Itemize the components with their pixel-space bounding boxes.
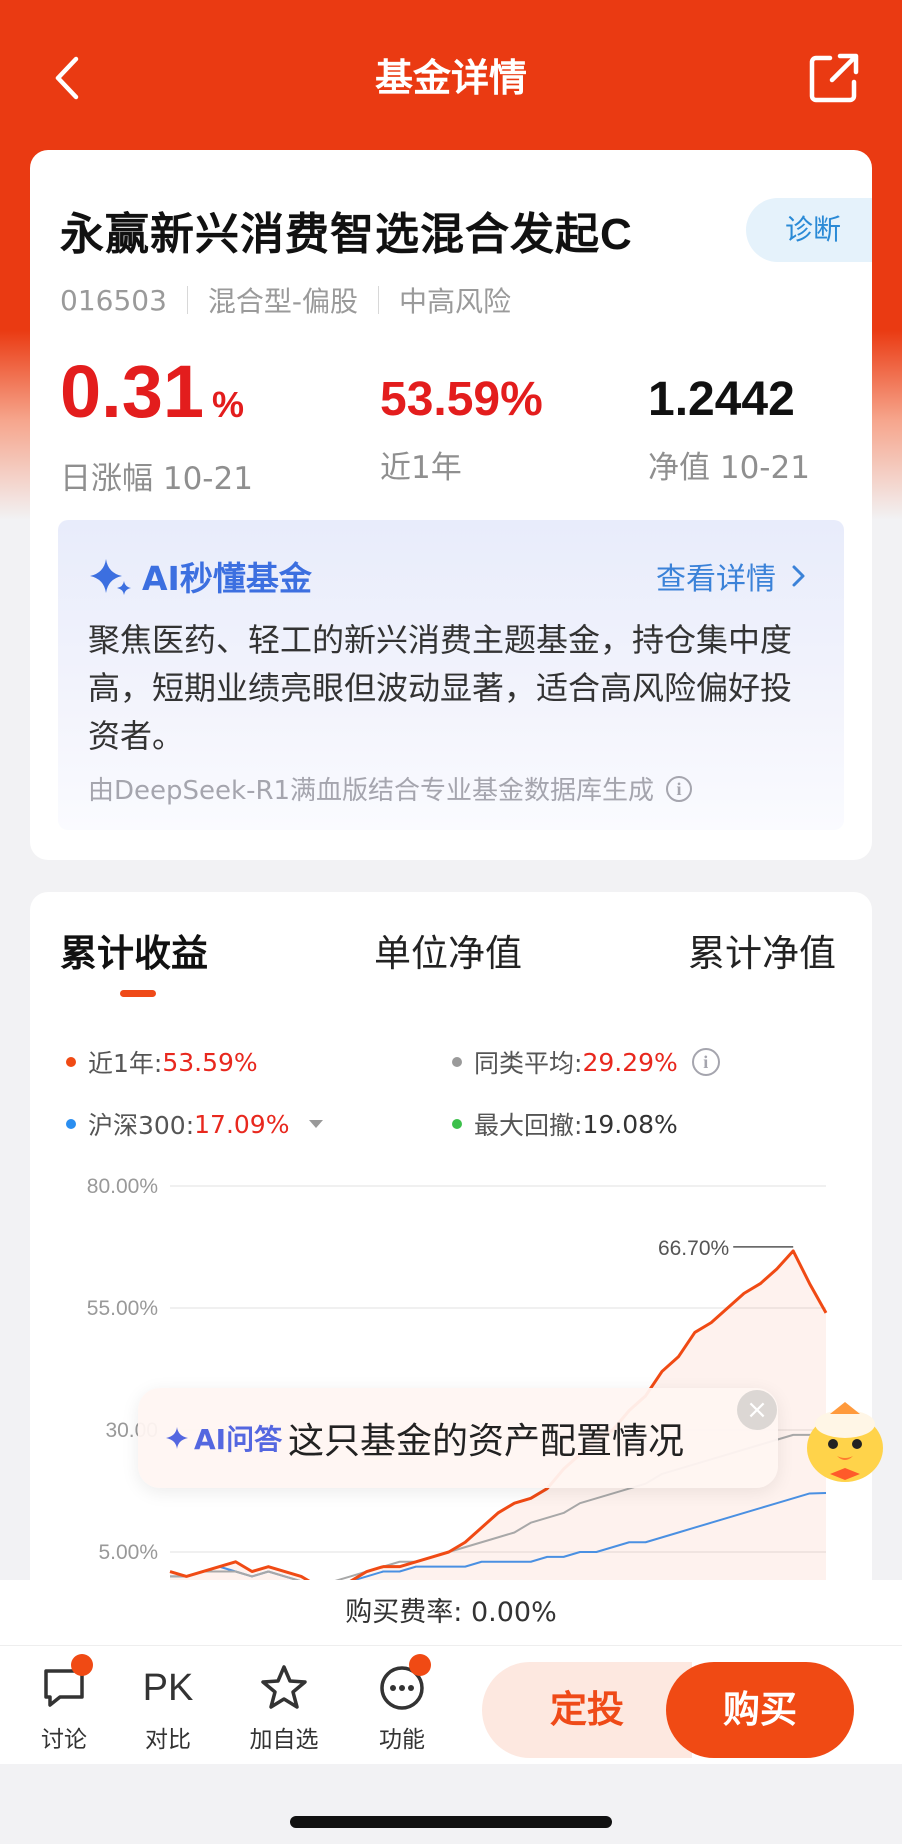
ai-details-link[interactable]: 查看详情 xyxy=(656,554,810,598)
sparkle-icon xyxy=(90,559,131,595)
y-tick-label: 5.00% xyxy=(98,1541,158,1564)
fund-type: 混合型-偏股 xyxy=(207,285,358,318)
daily-change-label: 日涨幅 10-21 xyxy=(60,461,253,497)
ai-qa-question: 这只基金的资产配置情况 xyxy=(288,1421,685,1462)
year-return-stat: 53.59% 近1年 xyxy=(380,370,543,487)
peak-label: 66.70% xyxy=(658,1237,729,1260)
mascot-chick-icon[interactable] xyxy=(800,1398,890,1488)
ai-qa-tag: AI问答 xyxy=(164,1418,282,1458)
home-area xyxy=(0,1764,902,1844)
legend-value: 29.29% xyxy=(582,1047,678,1077)
chevron-right-icon xyxy=(792,565,805,587)
divider xyxy=(378,286,379,314)
legend-label: 同类平均: xyxy=(474,1049,583,1078)
legend-dot xyxy=(66,1057,76,1067)
legend-dot xyxy=(452,1119,462,1129)
year-return-label: 近1年 xyxy=(380,450,462,486)
tab-unit-nav[interactable]: 单位净值 xyxy=(374,926,522,982)
fund-risk: 中高风险 xyxy=(399,285,512,318)
notification-badge xyxy=(71,1654,93,1676)
fund-code: 016503 xyxy=(60,283,167,317)
legend-label: 沪深300: xyxy=(88,1111,195,1140)
sparkle-icon xyxy=(166,1427,188,1449)
fund-meta: 016503 混合型-偏股 中高风险 xyxy=(60,280,511,320)
legend-drawdown: 最大回撤: 19.08% xyxy=(452,1106,678,1142)
legend-dot xyxy=(452,1057,462,1067)
divider xyxy=(186,286,188,314)
ai-summary-footer: 由DeepSeek-R1满血版结合专业基金数据库生成 i xyxy=(88,770,693,807)
legend-dot xyxy=(66,1119,76,1129)
legend-year: 近1年: 53.59% xyxy=(66,1044,258,1080)
auto-invest-button[interactable]: 定投 xyxy=(482,1662,692,1758)
ai-summary-title-text: AI秒懂基金 xyxy=(142,559,312,598)
daily-change-value: 0.31 xyxy=(60,350,205,433)
page-title: 基金详情 xyxy=(374,56,527,100)
daily-change-unit: % xyxy=(212,384,245,425)
nav-value: 1.2442 xyxy=(648,373,795,426)
fund-name: 永赢新兴消费智选混合发起C xyxy=(60,210,633,259)
legend-label: 最大回撤: xyxy=(474,1111,583,1140)
favorite-button[interactable]: 加自选 xyxy=(234,1660,334,1754)
functions-label: 功能 xyxy=(379,1727,425,1753)
compare-label: 对比 xyxy=(145,1727,191,1753)
legend-hs300[interactable]: 沪深300: 17.09% xyxy=(66,1106,324,1142)
tab-cumulative-return[interactable]: 累计收益 xyxy=(60,926,208,982)
ai-qa-banner[interactable]: AI问答 这只基金的资产配置情况 xyxy=(138,1388,778,1488)
fee-label: 购买费率: xyxy=(345,1597,463,1628)
ai-details-label: 查看详情 xyxy=(656,562,776,597)
legend-value: 19.08% xyxy=(582,1109,678,1139)
navbar: 基金详情 xyxy=(0,0,902,150)
return-chart: 80.00%55.00%30.005.00%66.70% xyxy=(87,1175,828,1580)
tab-indicator xyxy=(120,990,156,997)
star-icon xyxy=(261,1665,307,1709)
ai-summary-text: 聚焦医药、轻工的新兴消费主题基金，持仓集中度高，短期业绩亮眼但波动显著，适合高风… xyxy=(88,621,793,755)
ai-summary-box: AI秒懂基金 查看详情 聚焦医药、轻工的新兴消费主题基金，持仓集中度高，短期业绩… xyxy=(58,520,844,830)
home-indicator[interactable] xyxy=(290,1816,612,1828)
nav-stat: 1.2442 净值 10-21 xyxy=(648,370,810,487)
legend-peer: 同类平均: 29.29% i xyxy=(452,1044,720,1080)
pk-icon: PK xyxy=(142,1666,194,1709)
fee-value: 0.00% xyxy=(470,1597,557,1628)
buy-button[interactable]: 购买 xyxy=(666,1662,854,1758)
legend-label: 近1年: xyxy=(88,1049,163,1078)
share-button[interactable] xyxy=(806,50,862,106)
discuss-button[interactable]: 讨论 xyxy=(14,1660,114,1754)
ai-summary-title: AI秒懂基金 xyxy=(88,552,312,600)
compare-button[interactable]: PK 对比 xyxy=(118,1660,218,1754)
y-tick-label: 55.00% xyxy=(87,1297,158,1320)
tab-cumulative-nav[interactable]: 累计净值 xyxy=(688,926,836,982)
favorite-label: 加自选 xyxy=(249,1727,319,1753)
legend-value: 17.09% xyxy=(194,1109,290,1139)
functions-button[interactable]: 功能 xyxy=(352,1660,452,1754)
info-icon[interactable]: i xyxy=(691,1048,720,1076)
y-tick-label: 80.00% xyxy=(87,1175,158,1198)
dropdown-triangle-icon[interactable] xyxy=(309,1120,324,1128)
notification-badge xyxy=(409,1654,431,1676)
ai-qa-tag-text: AI问答 xyxy=(194,1423,283,1456)
diagnose-button[interactable]: 诊断 xyxy=(746,198,872,262)
info-icon[interactable]: i xyxy=(666,775,693,802)
year-return-value: 53.59% xyxy=(380,373,543,426)
ai-footer-text: 由DeepSeek-R1满血版结合专业基金数据库生成 xyxy=(88,776,655,806)
nav-label: 净值 10-21 xyxy=(648,450,810,486)
share-icon xyxy=(809,53,859,103)
discuss-label: 讨论 xyxy=(41,1727,87,1753)
close-icon[interactable]: × xyxy=(737,1390,777,1430)
legend-value: 53.59% xyxy=(162,1047,258,1077)
bottom-toolbar: 讨论 PK 对比 加自选 功能 定投 购买 xyxy=(0,1646,902,1764)
fee-bar: 购买费率: 0.00% xyxy=(0,1580,902,1646)
daily-change-stat: 0.31% 日涨幅 10-21 xyxy=(60,350,253,498)
